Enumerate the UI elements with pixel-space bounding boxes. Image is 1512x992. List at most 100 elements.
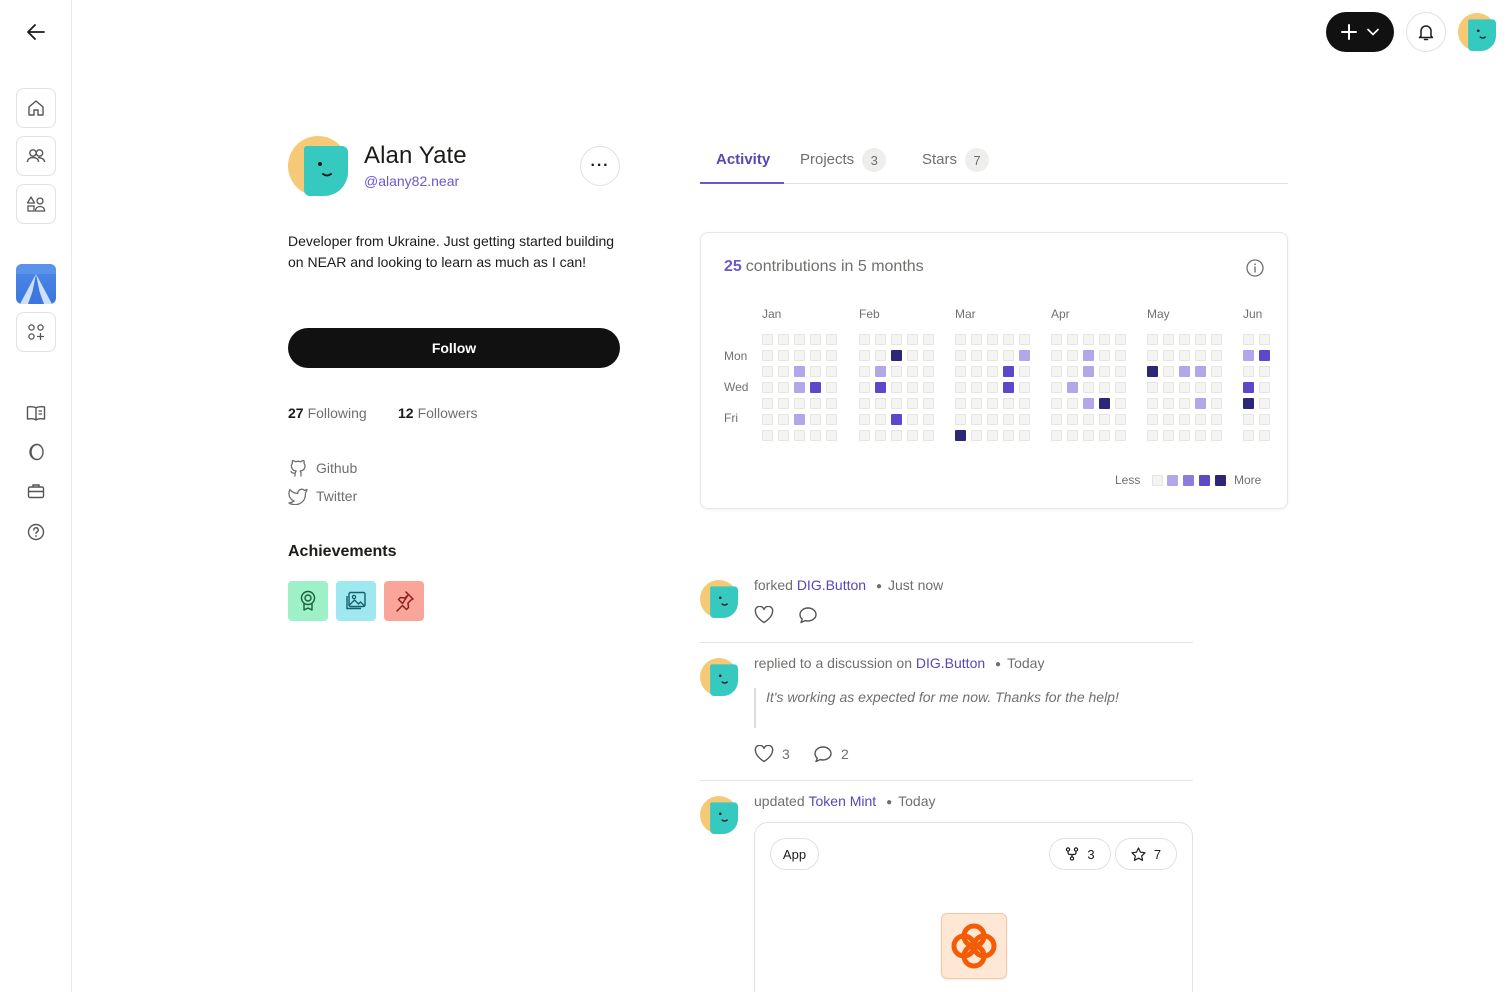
- contribution-cell[interactable]: [1243, 382, 1254, 393]
- contribution-cell[interactable]: [971, 398, 982, 409]
- contribution-cell[interactable]: [923, 366, 934, 377]
- contribution-cell[interactable]: [955, 382, 966, 393]
- contribution-cell[interactable]: [826, 350, 837, 361]
- contribution-cell[interactable]: [794, 398, 805, 409]
- twitter-link[interactable]: Twitter: [288, 487, 357, 505]
- like-button[interactable]: [754, 606, 774, 624]
- contribution-cell[interactable]: [794, 414, 805, 425]
- contribution-cell[interactable]: [1115, 366, 1126, 377]
- contribution-cell[interactable]: [1115, 398, 1126, 409]
- notifications-button[interactable]: [1406, 12, 1446, 52]
- contribution-cell[interactable]: [1067, 350, 1078, 361]
- contribution-cell[interactable]: [810, 430, 821, 441]
- contribution-cell[interactable]: [1195, 334, 1206, 345]
- back-arrow-icon[interactable]: [22, 18, 50, 46]
- contribution-cell[interactable]: [1003, 430, 1014, 441]
- more-options-button[interactable]: ···: [580, 146, 620, 186]
- comment-button[interactable]: 2: [813, 745, 849, 763]
- contribution-cell[interactable]: [1067, 366, 1078, 377]
- contribution-cell[interactable]: [955, 430, 966, 441]
- contribution-cell[interactable]: [810, 366, 821, 377]
- contribution-cell[interactable]: [794, 334, 805, 345]
- contribution-cell[interactable]: [778, 430, 789, 441]
- contribution-cell[interactable]: [762, 366, 773, 377]
- contribution-cell[interactable]: [1259, 398, 1270, 409]
- contribution-cell[interactable]: [1051, 350, 1062, 361]
- star-count-button[interactable]: 7: [1115, 838, 1177, 870]
- contribution-cell[interactable]: [859, 398, 870, 409]
- contribution-cell[interactable]: [1083, 430, 1094, 441]
- feed-target-link[interactable]: DIG.Button: [916, 655, 985, 671]
- contribution-cell[interactable]: [907, 334, 918, 345]
- contribution-cell[interactable]: [1163, 382, 1174, 393]
- contribution-cell[interactable]: [1211, 414, 1222, 425]
- briefcase-icon[interactable]: [24, 479, 48, 503]
- contribution-cell[interactable]: [907, 414, 918, 425]
- contribution-cell[interactable]: [1003, 382, 1014, 393]
- contribution-cell[interactable]: [1195, 350, 1206, 361]
- contribution-cell[interactable]: [987, 334, 998, 345]
- contribution-cell[interactable]: [875, 414, 886, 425]
- contribution-cell[interactable]: [826, 430, 837, 441]
- contribution-cell[interactable]: [1067, 334, 1078, 345]
- contribution-cell[interactable]: [1083, 334, 1094, 345]
- contribution-cell[interactable]: [1243, 334, 1254, 345]
- contribution-cell[interactable]: [955, 334, 966, 345]
- contribution-cell[interactable]: [1099, 350, 1110, 361]
- contribution-cell[interactable]: [1051, 366, 1062, 377]
- fork-count-button[interactable]: 3: [1049, 838, 1111, 870]
- contribution-cell[interactable]: [1067, 430, 1078, 441]
- contribution-cell[interactable]: [891, 334, 902, 345]
- achievement-badge-pin[interactable]: [384, 581, 424, 621]
- contribution-cell[interactable]: [810, 350, 821, 361]
- contribution-cell[interactable]: [1259, 350, 1270, 361]
- contribution-cell[interactable]: [907, 350, 918, 361]
- contribution-cell[interactable]: [923, 334, 934, 345]
- contribution-cell[interactable]: [1003, 350, 1014, 361]
- contribution-cell[interactable]: [891, 350, 902, 361]
- contribution-cell[interactable]: [810, 398, 821, 409]
- contribution-cell[interactable]: [1211, 398, 1222, 409]
- following-stat[interactable]: 27 Following: [288, 405, 367, 421]
- contribution-cell[interactable]: [1163, 366, 1174, 377]
- contribution-cell[interactable]: [1051, 382, 1062, 393]
- contribution-cell[interactable]: [971, 350, 982, 361]
- feed-target-link[interactable]: DIG.Button: [797, 577, 866, 593]
- contribution-cell[interactable]: [1051, 398, 1062, 409]
- contribution-cell[interactable]: [762, 382, 773, 393]
- app-type-badge[interactable]: App: [770, 838, 819, 870]
- contribution-cell[interactable]: [987, 430, 998, 441]
- contribution-cell[interactable]: [1067, 398, 1078, 409]
- contribution-cell[interactable]: [1259, 414, 1270, 425]
- contribution-cell[interactable]: [762, 350, 773, 361]
- contribution-cell[interactable]: [762, 414, 773, 425]
- contribution-cell[interactable]: [1163, 398, 1174, 409]
- contribution-cell[interactable]: [907, 366, 918, 377]
- contribution-cell[interactable]: [1115, 430, 1126, 441]
- contribution-cell[interactable]: [1195, 382, 1206, 393]
- contribution-cell[interactable]: [778, 414, 789, 425]
- contribution-cell[interactable]: [891, 430, 902, 441]
- contribution-cell[interactable]: [794, 382, 805, 393]
- info-icon[interactable]: [1245, 258, 1265, 278]
- contribution-cell[interactable]: [1115, 414, 1126, 425]
- contribution-cell[interactable]: [1259, 430, 1270, 441]
- contribution-cell[interactable]: [1259, 382, 1270, 393]
- achievement-badge-ribbon[interactable]: [288, 581, 328, 621]
- contribution-cell[interactable]: [1195, 430, 1206, 441]
- contribution-cell[interactable]: [810, 414, 821, 425]
- contribution-cell[interactable]: [875, 334, 886, 345]
- contribution-cell[interactable]: [1003, 398, 1014, 409]
- feed-avatar[interactable]: [700, 658, 738, 696]
- contribution-cell[interactable]: [1195, 398, 1206, 409]
- contribution-cell[interactable]: [1211, 382, 1222, 393]
- contribution-cell[interactable]: [794, 430, 805, 441]
- contribution-cell[interactable]: [1019, 398, 1030, 409]
- contribution-cell[interactable]: [778, 398, 789, 409]
- contribution-cell[interactable]: [1195, 414, 1206, 425]
- contribution-cell[interactable]: [891, 382, 902, 393]
- contribution-cell[interactable]: [1179, 382, 1190, 393]
- contribution-cell[interactable]: [971, 382, 982, 393]
- contribution-cell[interactable]: [1259, 334, 1270, 345]
- contribution-cell[interactable]: [1179, 398, 1190, 409]
